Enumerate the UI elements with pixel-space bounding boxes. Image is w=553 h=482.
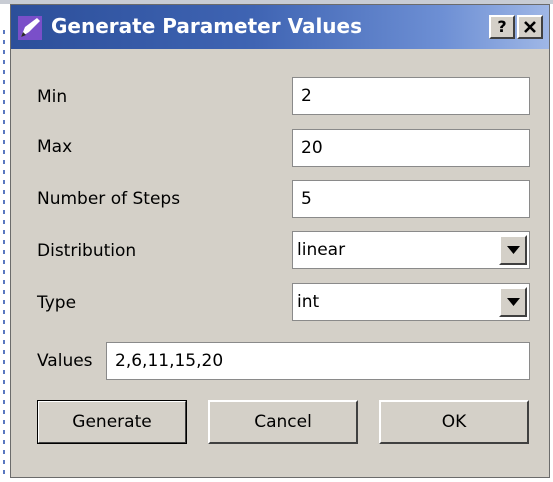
distribution-dropdown-button[interactable] — [499, 235, 527, 265]
dialog-window: Generate Parameter Values ? Min 2 Max 20… — [10, 4, 550, 478]
values-value: 2,6,11,15,20 — [115, 351, 224, 371]
close-button[interactable] — [517, 15, 543, 39]
distribution-label: Distribution — [37, 241, 137, 261]
ok-button[interactable]: OK — [379, 400, 529, 444]
chevron-down-icon — [507, 298, 520, 306]
close-icon — [524, 21, 536, 33]
steps-value: 5 — [301, 189, 312, 209]
steps-label: Number of Steps — [37, 189, 181, 209]
min-label: Min — [37, 87, 68, 107]
generate-button[interactable]: Generate — [37, 400, 187, 444]
window-title: Generate Parameter Values — [51, 14, 363, 38]
values-label: Values — [37, 351, 93, 371]
distribution-value: linear — [297, 240, 346, 260]
max-input[interactable]: 20 — [292, 129, 530, 167]
values-input[interactable]: 2,6,11,15,20 — [106, 342, 530, 380]
type-label: Type — [37, 293, 77, 313]
type-dropdown-button[interactable] — [499, 287, 527, 317]
type-value: int — [297, 292, 320, 312]
max-label: Max — [37, 137, 73, 157]
help-button[interactable]: ? — [489, 15, 515, 39]
min-input[interactable]: 2 — [292, 77, 530, 115]
type-select[interactable]: int — [292, 283, 530, 321]
selection-dots — [3, 30, 5, 480]
max-value: 20 — [301, 138, 323, 158]
steps-input[interactable]: 5 — [292, 180, 530, 218]
cancel-button[interactable]: Cancel — [208, 400, 358, 444]
chevron-down-icon — [507, 246, 520, 254]
title-bar[interactable]: Generate Parameter Values ? — [11, 5, 549, 49]
min-value: 2 — [301, 86, 312, 106]
pen-icon — [17, 15, 43, 41]
distribution-select[interactable]: linear — [292, 231, 530, 269]
